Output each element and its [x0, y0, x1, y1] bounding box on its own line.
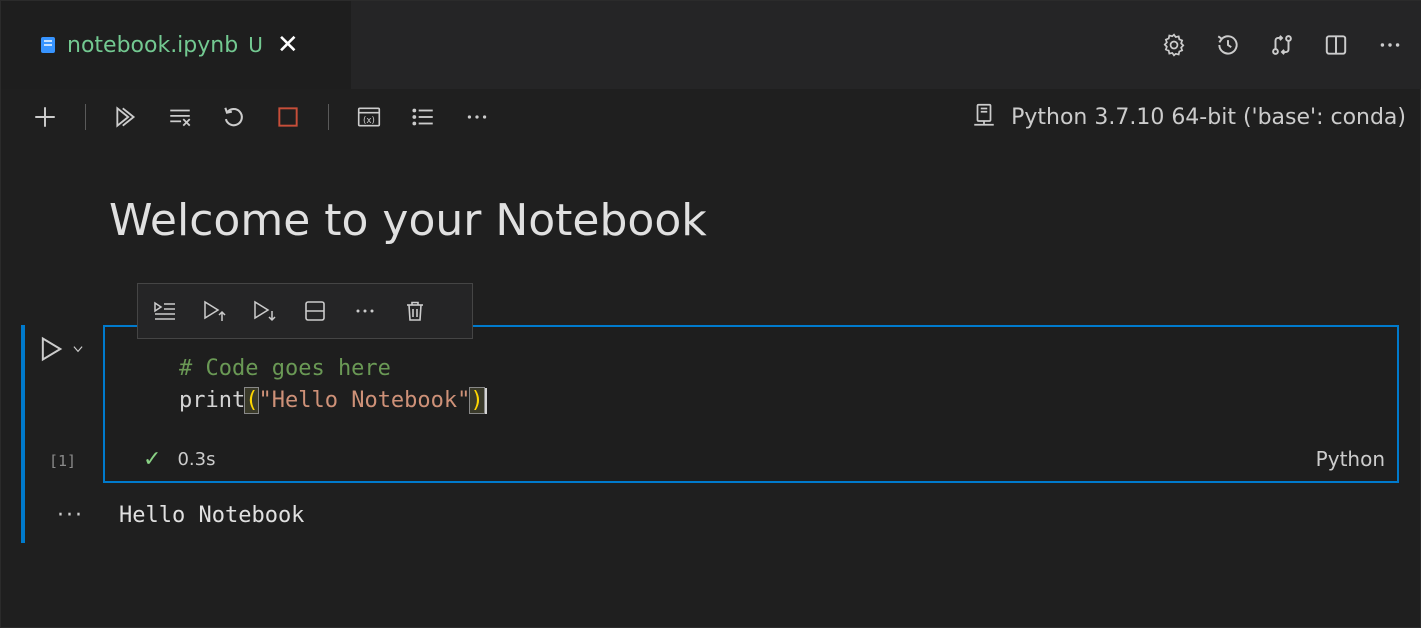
more-icon[interactable]: [352, 298, 378, 324]
cell-language[interactable]: Python: [1316, 447, 1385, 471]
gear-icon[interactable]: [1160, 31, 1188, 59]
split-editor-icon[interactable]: [1322, 31, 1350, 59]
svg-text:(x): (x): [363, 116, 375, 126]
tab-notebook[interactable]: notebook.ipynb U ✕: [1, 1, 351, 89]
split-cell-icon[interactable]: [302, 298, 328, 324]
check-icon: ✓: [143, 447, 162, 472]
server-icon: [971, 102, 997, 132]
code-close-paren: ): [469, 387, 485, 414]
editor-actions: [1160, 1, 1404, 89]
run-all-icon[interactable]: [112, 103, 140, 131]
cell-output: Hello Notebook: [119, 503, 305, 528]
cell-execution-status: ✓ 0.3s: [143, 447, 215, 472]
more-icon[interactable]: [1376, 31, 1404, 59]
kernel-label: Python 3.7.10 64-bit ('base': conda): [1011, 104, 1406, 130]
history-icon[interactable]: [1214, 31, 1242, 59]
output-actions[interactable]: ···: [57, 503, 84, 528]
notebook-toolbar: (x) Python 3.7.10 64-bit ('base': conda): [1, 89, 1421, 145]
code-comment: # Code goes here: [179, 356, 391, 381]
close-icon[interactable]: ✕: [277, 32, 299, 58]
run-above-icon[interactable]: [202, 298, 228, 324]
variables-icon[interactable]: (x): [355, 103, 383, 131]
outline-icon[interactable]: [409, 103, 437, 131]
tab-label: notebook.ipynb: [67, 32, 239, 58]
code-string: "Hello Notebook": [258, 388, 471, 413]
text-cursor: [484, 388, 487, 414]
clear-outputs-icon[interactable]: [166, 103, 194, 131]
toolbar-divider: [328, 104, 329, 130]
more-icon[interactable]: [463, 103, 491, 131]
play-icon: [41, 336, 63, 362]
code-function: print: [179, 388, 246, 413]
run-below-icon[interactable]: [252, 298, 278, 324]
execution-count: [1]: [49, 452, 77, 470]
cell-toolbar: [137, 283, 473, 339]
code-editor[interactable]: # Code goes here print("Hello Notebook"): [179, 353, 487, 417]
execution-duration: 0.3s: [177, 449, 216, 470]
toolbar-divider: [85, 104, 86, 130]
notebook-editor: notebook.ipynb U ✕ (x) Python 3.7.10 64-…: [0, 0, 1421, 628]
git-compare-icon[interactable]: [1268, 31, 1296, 59]
tab-modified-status: U: [248, 33, 263, 57]
add-icon[interactable]: [31, 103, 59, 131]
run-cell-button[interactable]: [37, 335, 85, 363]
cell-focus-indicator: [21, 325, 25, 543]
code-cell[interactable]: # Code goes here print("Hello Notebook")…: [103, 325, 1399, 483]
interrupt-icon[interactable]: [274, 103, 302, 131]
code-open-paren: (: [244, 387, 260, 414]
kernel-picker[interactable]: Python 3.7.10 64-bit ('base': conda): [971, 89, 1406, 145]
chevron-down-icon[interactable]: [71, 342, 85, 356]
trash-icon[interactable]: [402, 298, 428, 324]
tab-bar: notebook.ipynb U ✕: [1, 1, 1421, 89]
execute-above-icon[interactable]: [152, 298, 178, 324]
notebook-file-icon: [41, 37, 55, 53]
markdown-heading[interactable]: Welcome to your Notebook: [109, 196, 707, 245]
restart-icon[interactable]: [220, 103, 248, 131]
